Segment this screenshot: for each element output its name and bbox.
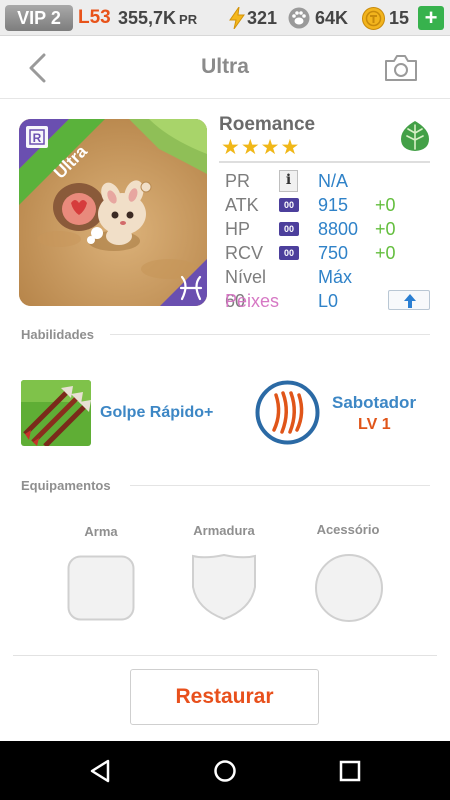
paw-icon xyxy=(288,7,310,29)
star-rating: ★★★★ xyxy=(221,136,300,159)
star-icon: ★ xyxy=(280,136,300,159)
weapon-slot[interactable] xyxy=(67,555,135,621)
coin-icon xyxy=(362,7,385,30)
system-nav-bar xyxy=(0,741,450,800)
energy-icon xyxy=(229,7,245,29)
stat-label: HP xyxy=(225,219,251,239)
upgrade-button[interactable] xyxy=(388,290,430,310)
equipment-divider xyxy=(130,485,430,486)
accessory-slot[interactable] xyxy=(314,553,384,623)
equipment-heading: Equipamentos xyxy=(21,478,111,493)
passive-skill-name[interactable]: Sabotador xyxy=(332,393,416,413)
nav-recents-icon[interactable] xyxy=(339,760,361,782)
info-icon[interactable]: i xyxy=(279,170,298,192)
stat-value: 8800 xyxy=(318,219,359,239)
player-pr: 355,7K PR xyxy=(118,6,197,32)
stat-badge: 00 xyxy=(279,222,299,236)
stat-bonus: +0 xyxy=(375,219,396,239)
active-skill-name[interactable]: Golpe Rápido+ xyxy=(100,404,213,422)
stat-label: PR xyxy=(225,171,251,191)
nav-home-icon[interactable] xyxy=(213,759,237,783)
stat-value: L0 xyxy=(318,291,339,311)
stat-label: ATK xyxy=(225,195,259,215)
add-coins-button[interactable]: + xyxy=(418,6,444,30)
accessory-label: Acessório xyxy=(316,522,380,537)
abilities-heading: Habilidades xyxy=(21,327,94,342)
star-icon: ★ xyxy=(240,136,260,159)
pet-portrait[interactable]: R Ultra xyxy=(19,119,207,306)
passive-skill-level: LV 1 xyxy=(358,416,391,433)
vip-badge[interactable]: VIP 2 xyxy=(5,5,73,31)
stat-bonus: +0 xyxy=(375,195,396,215)
star-icon: ★ xyxy=(221,136,240,159)
weapon-label: Arma xyxy=(84,524,118,539)
arrows-icon xyxy=(21,380,91,446)
star-icon: ★ xyxy=(260,136,280,159)
stat-label: Peixes xyxy=(225,291,280,311)
paw-value: 64K xyxy=(315,8,349,28)
active-skill-icon[interactable] xyxy=(21,380,91,446)
coin-value: 15 xyxy=(389,8,410,28)
energy-value: 321 xyxy=(247,8,278,28)
pet-artwork: R Ultra xyxy=(19,119,207,306)
pet-name: Roemance xyxy=(219,114,316,135)
armor-slot[interactable] xyxy=(191,553,257,621)
leaf-icon xyxy=(401,121,429,151)
stat-value: Máx xyxy=(318,267,353,287)
stat-value: N/A xyxy=(318,171,349,191)
page-header: Ultra xyxy=(0,37,450,99)
stat-badge: 00 xyxy=(279,198,299,212)
abilities-divider xyxy=(110,334,430,335)
camera-icon[interactable] xyxy=(383,53,419,83)
stat-badge: 00 xyxy=(279,246,299,260)
status-bar: VIP 2 L53 355,7K PR 321 64K 15 + xyxy=(0,0,450,36)
claw-mark-icon[interactable] xyxy=(255,380,320,445)
restore-button[interactable]: Restaurar xyxy=(130,669,319,725)
armor-label: Armadura xyxy=(193,523,255,538)
bottom-divider xyxy=(13,655,437,656)
arrow-up-icon xyxy=(404,294,416,308)
nav-back-icon[interactable] xyxy=(89,759,111,783)
player-level: L53 xyxy=(78,7,111,28)
name-divider xyxy=(219,161,430,163)
stat-value: 750 xyxy=(318,243,349,263)
stat-value: 915 xyxy=(318,195,349,215)
stat-label: RCV xyxy=(225,243,264,263)
stat-bonus: +0 xyxy=(375,243,396,263)
pr-unit: PR xyxy=(179,12,198,27)
rarity-badge: R xyxy=(33,131,42,145)
pr-amount: 355,7K xyxy=(118,8,177,28)
